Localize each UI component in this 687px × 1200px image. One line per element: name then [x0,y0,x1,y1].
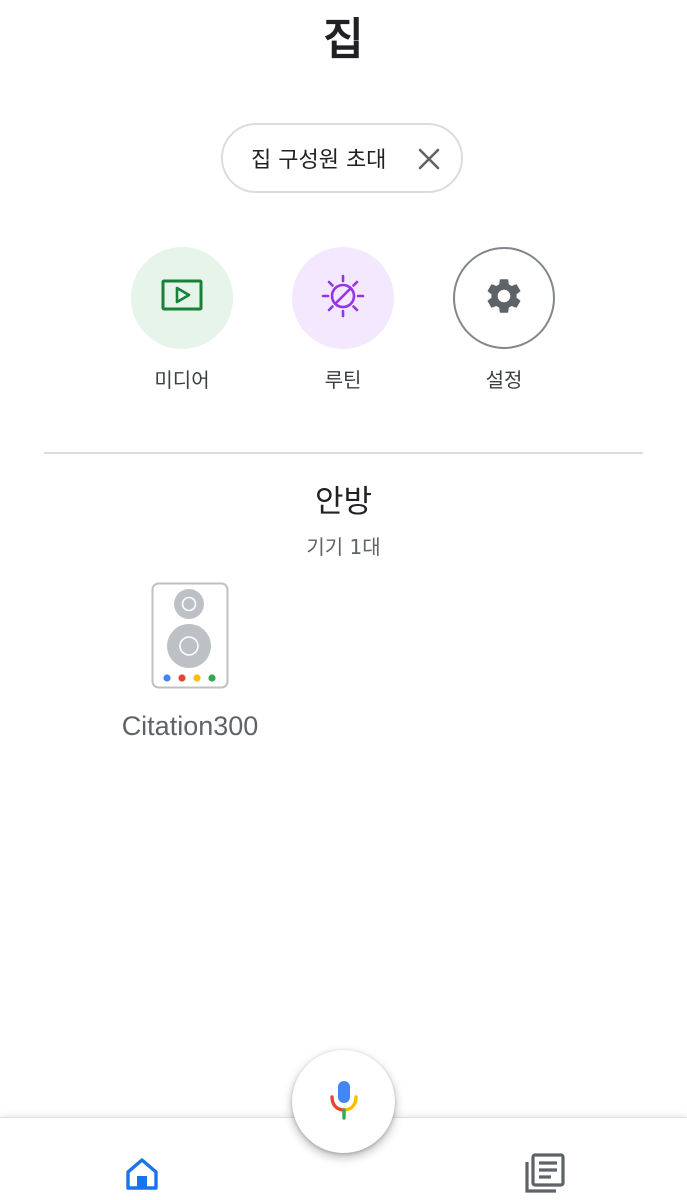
invite-members-chip[interactable]: 집 구성원 초대 [221,123,463,193]
page-title: 집 [323,14,364,65]
media-action[interactable]: 미디어 [102,247,262,395]
section-divider [44,452,643,454]
room-name: 안방 [314,484,373,520]
settings-button[interactable] [453,247,555,349]
settings-action[interactable]: 설정 [424,247,584,395]
media-label: 미디어 [154,368,210,392]
speaker-icon [151,582,229,694]
microphone-icon [329,1080,359,1124]
home-screen: 집 집 구성원 초대 미디어 루틴 설정 안방 기기 1대 Citation30… [0,0,687,1200]
gear-icon [483,275,525,321]
close-icon[interactable] [415,145,443,173]
device-name: Citation300 [121,711,259,741]
room-device-count: 기기 1대 [306,535,381,559]
feed-icon[interactable] [524,1152,566,1194]
routine-button[interactable] [292,247,394,349]
device-tile[interactable]: Citation300 [100,582,280,744]
routine-action[interactable]: 루틴 [263,247,423,395]
microphone-button[interactable] [292,1050,395,1153]
invite-chip-label: 집 구성원 초대 [251,148,387,173]
settings-label: 설정 [485,368,523,392]
routine-icon [317,270,369,326]
media-play-icon [161,279,203,317]
media-button[interactable] [131,247,233,349]
routine-label: 루틴 [324,368,362,392]
home-icon[interactable] [122,1154,162,1194]
